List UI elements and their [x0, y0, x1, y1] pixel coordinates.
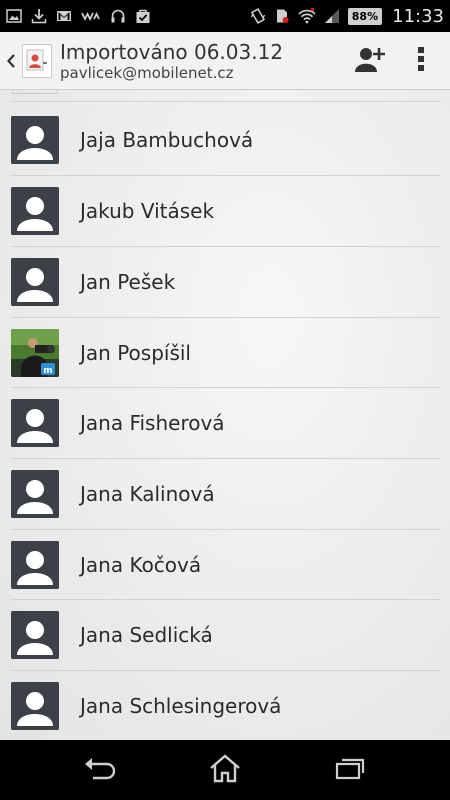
contact-name: Jana Schlesingerová [80, 694, 282, 718]
contact-row[interactable]: Jaja Bambuchová [0, 105, 450, 175]
battery-indicator: 88% [347, 7, 383, 25]
contact-row[interactable]: Jana Kalinová [0, 459, 450, 529]
overflow-menu-button[interactable] [396, 32, 446, 90]
recent-apps-icon [335, 756, 365, 784]
image-icon [6, 8, 22, 24]
contact-photo: m [11, 329, 59, 377]
contact-list[interactable]: Jaja Bambuchová Jakub Vitásek Jan Pešek [0, 90, 450, 740]
contact-name: Jakub Vitásek [80, 199, 215, 223]
bag-check-icon [135, 8, 151, 24]
contact-name: Jan Pospíšil [80, 341, 191, 365]
system-icons: 88% 11:33 [250, 6, 444, 27]
account-email: pavlicek@mobilenet.cz [60, 63, 234, 82]
contact-placeholder-icon [11, 187, 59, 235]
page-title: Importováno 06.03.12 [60, 39, 284, 64]
home-icon [208, 753, 242, 787]
back-button[interactable] [70, 740, 130, 800]
back-icon [83, 755, 117, 785]
contact-name: Jana Kalinová [80, 482, 215, 506]
recent-apps-button[interactable] [320, 740, 380, 800]
contact-row[interactable]: Jakub Vitásek [0, 176, 450, 246]
contact-name: Jana Kočová [80, 553, 202, 577]
notification-icons [6, 8, 250, 24]
status-bar: 88% 11:33 [0, 0, 450, 32]
add-contact-button[interactable] [346, 32, 396, 90]
contact-placeholder-icon [11, 116, 59, 164]
action-bar-titles[interactable]: Importováno 06.03.12 pavlicek@mobilenet.… [60, 40, 346, 82]
overflow-menu-icon [417, 46, 425, 76]
add-person-icon [355, 45, 387, 77]
contact-name: Jana Sedlická [80, 623, 213, 647]
contact-name: Jan Pešek [80, 270, 176, 294]
contact-row[interactable]: Jan Pešek [0, 247, 450, 317]
gmail-icon [56, 8, 72, 24]
contact-name: Jana Fisherová [80, 411, 225, 435]
previous-avatar-edge [12, 90, 58, 94]
home-button[interactable] [195, 740, 255, 800]
svg-text:m: m [43, 366, 52, 376]
clock: 11:33 [392, 5, 444, 27]
contact-name: Jaja Bambuchová [80, 128, 254, 152]
contact-row[interactable]: Jana Fisherová [0, 388, 450, 458]
account-avatar[interactable] [22, 43, 52, 78]
contact-placeholder-icon [11, 541, 59, 589]
contact-placeholder-icon [11, 682, 59, 730]
vibrate-icon [250, 8, 266, 24]
contact-placeholder-icon [11, 399, 59, 447]
navigation-bar [0, 740, 450, 800]
contact-placeholder-icon [11, 611, 59, 659]
contact-row[interactable]: Jana Sedlická [0, 600, 450, 670]
contact-placeholder-icon [11, 470, 59, 518]
sim-icon [274, 8, 290, 24]
contact-row[interactable]: Jana Kočová [0, 530, 450, 600]
contact-placeholder-icon [11, 258, 59, 306]
signal-icon [324, 8, 340, 24]
contact-row[interactable]: m Jan Pospíšil [0, 318, 450, 388]
wifi-icon [298, 8, 316, 24]
contact-row[interactable]: Jana Schlesingerová [0, 671, 450, 740]
download-icon [31, 8, 47, 24]
walkman-icon [81, 8, 101, 24]
up-chevron-icon[interactable] [2, 32, 20, 90]
divider [10, 101, 440, 102]
action-bar: Importováno 06.03.12 pavlicek@mobilenet.… [0, 32, 450, 90]
headphones-icon [110, 8, 126, 24]
